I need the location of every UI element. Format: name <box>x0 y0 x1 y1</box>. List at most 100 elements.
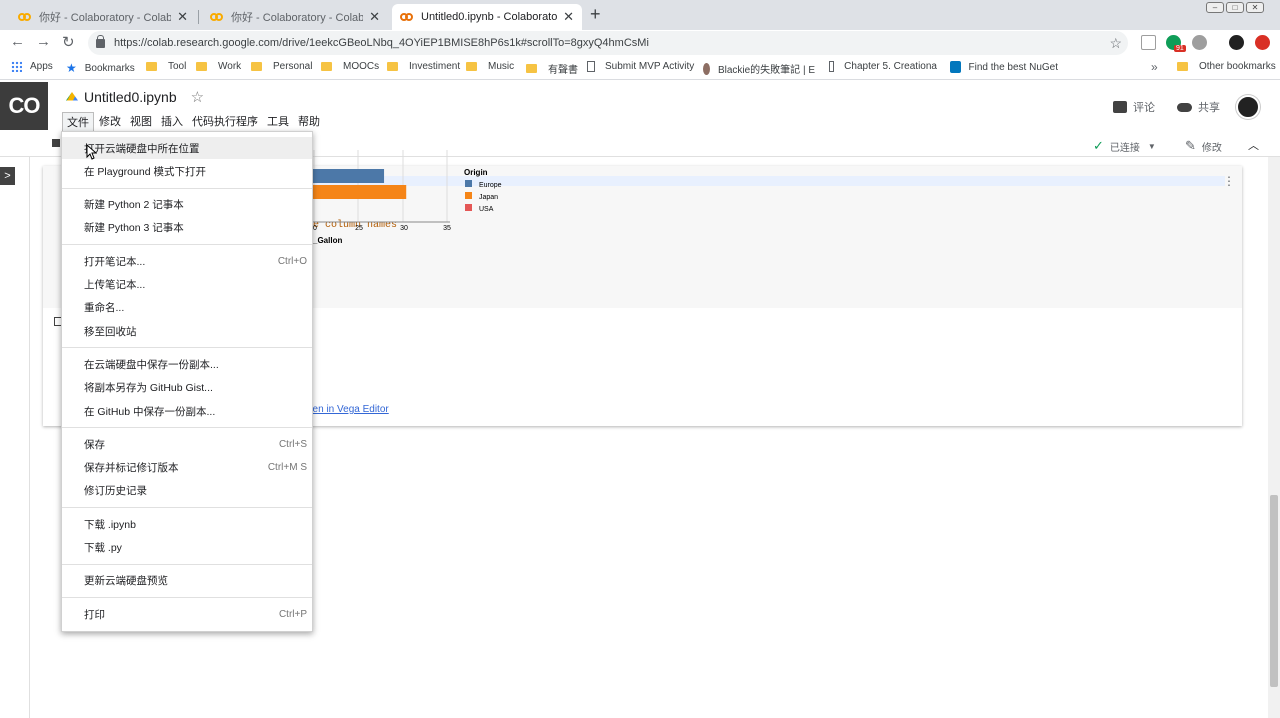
file-menu-item[interactable]: 打开笔记本... Ctrl+O <box>62 250 312 272</box>
menu-item-label: 新建 Python 3 记事本 <box>84 222 184 235</box>
bookmark-label: Tool <box>168 61 187 72</box>
lock-icon <box>96 34 105 48</box>
close-window-icon[interactable]: ✕ <box>1246 2 1264 13</box>
menu-view[interactable]: 视图 <box>126 112 156 132</box>
address-bar[interactable]: https://colab.research.google.com/drive/… <box>88 31 1128 55</box>
close-tab-icon[interactable]: ✕ <box>369 9 380 25</box>
file-menu-item[interactable]: 在 GitHub 中保存一份副本... <box>62 400 312 422</box>
file-menu-item[interactable]: 移至回收站 <box>62 320 312 342</box>
bookmark-folder[interactable]: Work <box>196 61 241 72</box>
file-menu-item[interactable]: 将副本另存为 GitHub Gist... <box>62 377 312 399</box>
user-avatar[interactable] <box>1236 95 1260 119</box>
people-icon <box>1177 102 1192 112</box>
legend-label: Japan <box>479 194 498 201</box>
comment-label: 评论 <box>1133 102 1155 114</box>
bookmark-label: Other bookmarks <box>1199 61 1276 72</box>
bookmark-folder[interactable]: Music <box>466 61 514 72</box>
edit-mode-button[interactable]: ✎ 修改 <box>1185 138 1222 154</box>
file-menu-item[interactable]: 在云端硬盘中保存一份副本... <box>62 353 312 375</box>
minimize-icon[interactable]: – <box>1206 2 1224 13</box>
toggle-sidebar-icon[interactable]: > <box>0 167 15 185</box>
profile-avatar[interactable] <box>1229 35 1244 50</box>
file-menu-item[interactable]: 保存并标记修订版本 Ctrl+M S <box>62 457 312 479</box>
colab-logo[interactable]: CO <box>0 82 48 130</box>
bookmark-item[interactable]: ★ Bookmarks <box>66 61 135 75</box>
comment-button[interactable]: 评论 <box>1113 99 1155 115</box>
url-text[interactable]: https://colab.research.google.com/drive/… <box>114 37 1109 49</box>
menu-item-label: 下载 .ipynb <box>84 518 136 531</box>
reload-icon[interactable]: ↻ <box>62 33 75 51</box>
menu-help[interactable]: 帮助 <box>294 112 324 132</box>
menu-tools[interactable]: 工具 <box>263 112 293 132</box>
menu-item-label: 新建 Python 2 记事本 <box>84 199 184 212</box>
extension-icon[interactable] <box>1141 35 1156 50</box>
collapse-header-icon[interactable]: ︿ <box>1248 137 1259 153</box>
share-button[interactable]: 共享 <box>1177 99 1220 115</box>
close-tab-icon[interactable]: ✕ <box>177 9 188 25</box>
bookmark-folder[interactable]: Tool <box>146 61 186 72</box>
left-rail <box>0 157 30 718</box>
extension-icon[interactable] <box>1192 35 1207 50</box>
star-icon[interactable]: ☆ <box>191 88 204 106</box>
file-menu-item[interactable]: 上传笔记本... <box>62 274 312 296</box>
tab-title: 你好 - Colaboratory - Colaborato <box>231 12 364 24</box>
file-menu-item[interactable]: 下载 .ipynb <box>62 513 312 535</box>
bookmarks-overflow-icon[interactable]: » <box>1151 60 1158 74</box>
close-tab-icon[interactable]: ✕ <box>563 9 574 25</box>
maximize-icon[interactable]: □ <box>1226 2 1244 13</box>
drive-icon[interactable] <box>66 92 78 101</box>
menu-file[interactable]: 文件 <box>62 112 94 132</box>
tab-title: 你好 - Colaboratory - Colaborato <box>39 12 172 24</box>
file-menu-item[interactable]: 打印 Ctrl+P <box>62 603 312 625</box>
extension-icon[interactable] <box>1255 35 1270 50</box>
menu-item-label: 移至回收站 <box>84 325 137 338</box>
browser-tab[interactable]: 你好 - Colaboratory - Colaborato ✕ <box>202 4 388 30</box>
bookmark-item[interactable]: Blackie的失敗筆記 | E <box>703 61 815 76</box>
menu-insert[interactable]: 插入 <box>157 112 187 132</box>
bookmark-item[interactable]: Find the best NuGet <box>950 61 1058 73</box>
menu-edit[interactable]: 修改 <box>95 112 125 132</box>
menu-item-shortcut: Ctrl+S <box>278 438 307 450</box>
bookmark-item[interactable]: Submit MVP Activity <box>587 61 694 72</box>
extension-badge: 91 <box>1174 45 1186 52</box>
comment-icon <box>1113 101 1127 113</box>
bookmark-folder[interactable]: Personal <box>251 61 312 72</box>
menu-runtime[interactable]: 代码执行程序 <box>188 112 262 132</box>
file-menu-item[interactable]: 修订历史记录 <box>62 480 312 502</box>
scrollbar[interactable] <box>1268 157 1280 718</box>
bookmark-folder[interactable]: Investiment <box>387 61 460 72</box>
cell-more-icon[interactable]: ⋮ <box>1223 174 1235 188</box>
runtime-status-button[interactable]: ✓ 已连接 ▼ <box>1093 138 1156 154</box>
scrollbar-thumb[interactable] <box>1270 495 1278 687</box>
file-menu-item[interactable]: 保存 Ctrl+S <box>62 433 312 455</box>
bookmark-folder[interactable]: MOOCs <box>321 61 379 72</box>
file-menu-item[interactable]: 在 Playground 模式下打开 <box>62 160 312 182</box>
bookmark-folder[interactable]: Other bookmarks <box>1177 61 1276 72</box>
bookmark-item[interactable]: Chapter 5. Creationa <box>829 61 937 72</box>
bookmark-folder[interactable]: 有聲書 <box>526 61 578 76</box>
file-menu-item[interactable]: 更新云端硬盘预览 <box>62 570 312 592</box>
bookmark-star-icon[interactable]: ☆ <box>1109 35 1122 52</box>
back-icon[interactable]: ← <box>10 33 25 50</box>
menu-separator <box>62 427 312 429</box>
file-menu-item[interactable]: 下载 .py <box>62 537 312 559</box>
menu-item-label: 打印 <box>84 608 105 621</box>
forward-icon[interactable]: → <box>36 33 51 50</box>
bookmark-label: Submit MVP Activity <box>605 61 695 72</box>
file-menu-item[interactable]: 新建 Python 3 记事本 <box>62 217 312 239</box>
file-menu-item[interactable]: 打开云端硬盘中所在位置 <box>62 137 312 159</box>
open-vega-editor-link[interactable]: pen in Vega Editor <box>307 404 389 415</box>
browser-tab-active[interactable]: Untitled0.ipynb - Colaboratory ✕ <box>392 4 582 30</box>
file-menu-item[interactable]: 重命名... <box>62 297 312 319</box>
browser-tab[interactable]: 你好 - Colaboratory - Colaborato ✕ <box>10 4 196 30</box>
connected-label: 已连接 <box>1109 142 1140 154</box>
file-menu-item[interactable]: 新建 Python 2 记事本 <box>62 194 312 216</box>
bookmark-apps[interactable]: Apps <box>11 61 53 72</box>
menu-item-label: 在 Playground 模式下打开 <box>84 165 206 178</box>
caret-down-icon: ▼ <box>1147 141 1156 151</box>
menu-item-shortcut: Ctrl+O <box>277 255 307 267</box>
add-code-icon[interactable] <box>52 139 60 147</box>
new-tab-button[interactable]: + <box>590 4 601 25</box>
menu-item-shortcut: Ctrl+M S <box>267 462 307 474</box>
notebook-name[interactable]: Untitled0.ipynb <box>84 89 177 105</box>
